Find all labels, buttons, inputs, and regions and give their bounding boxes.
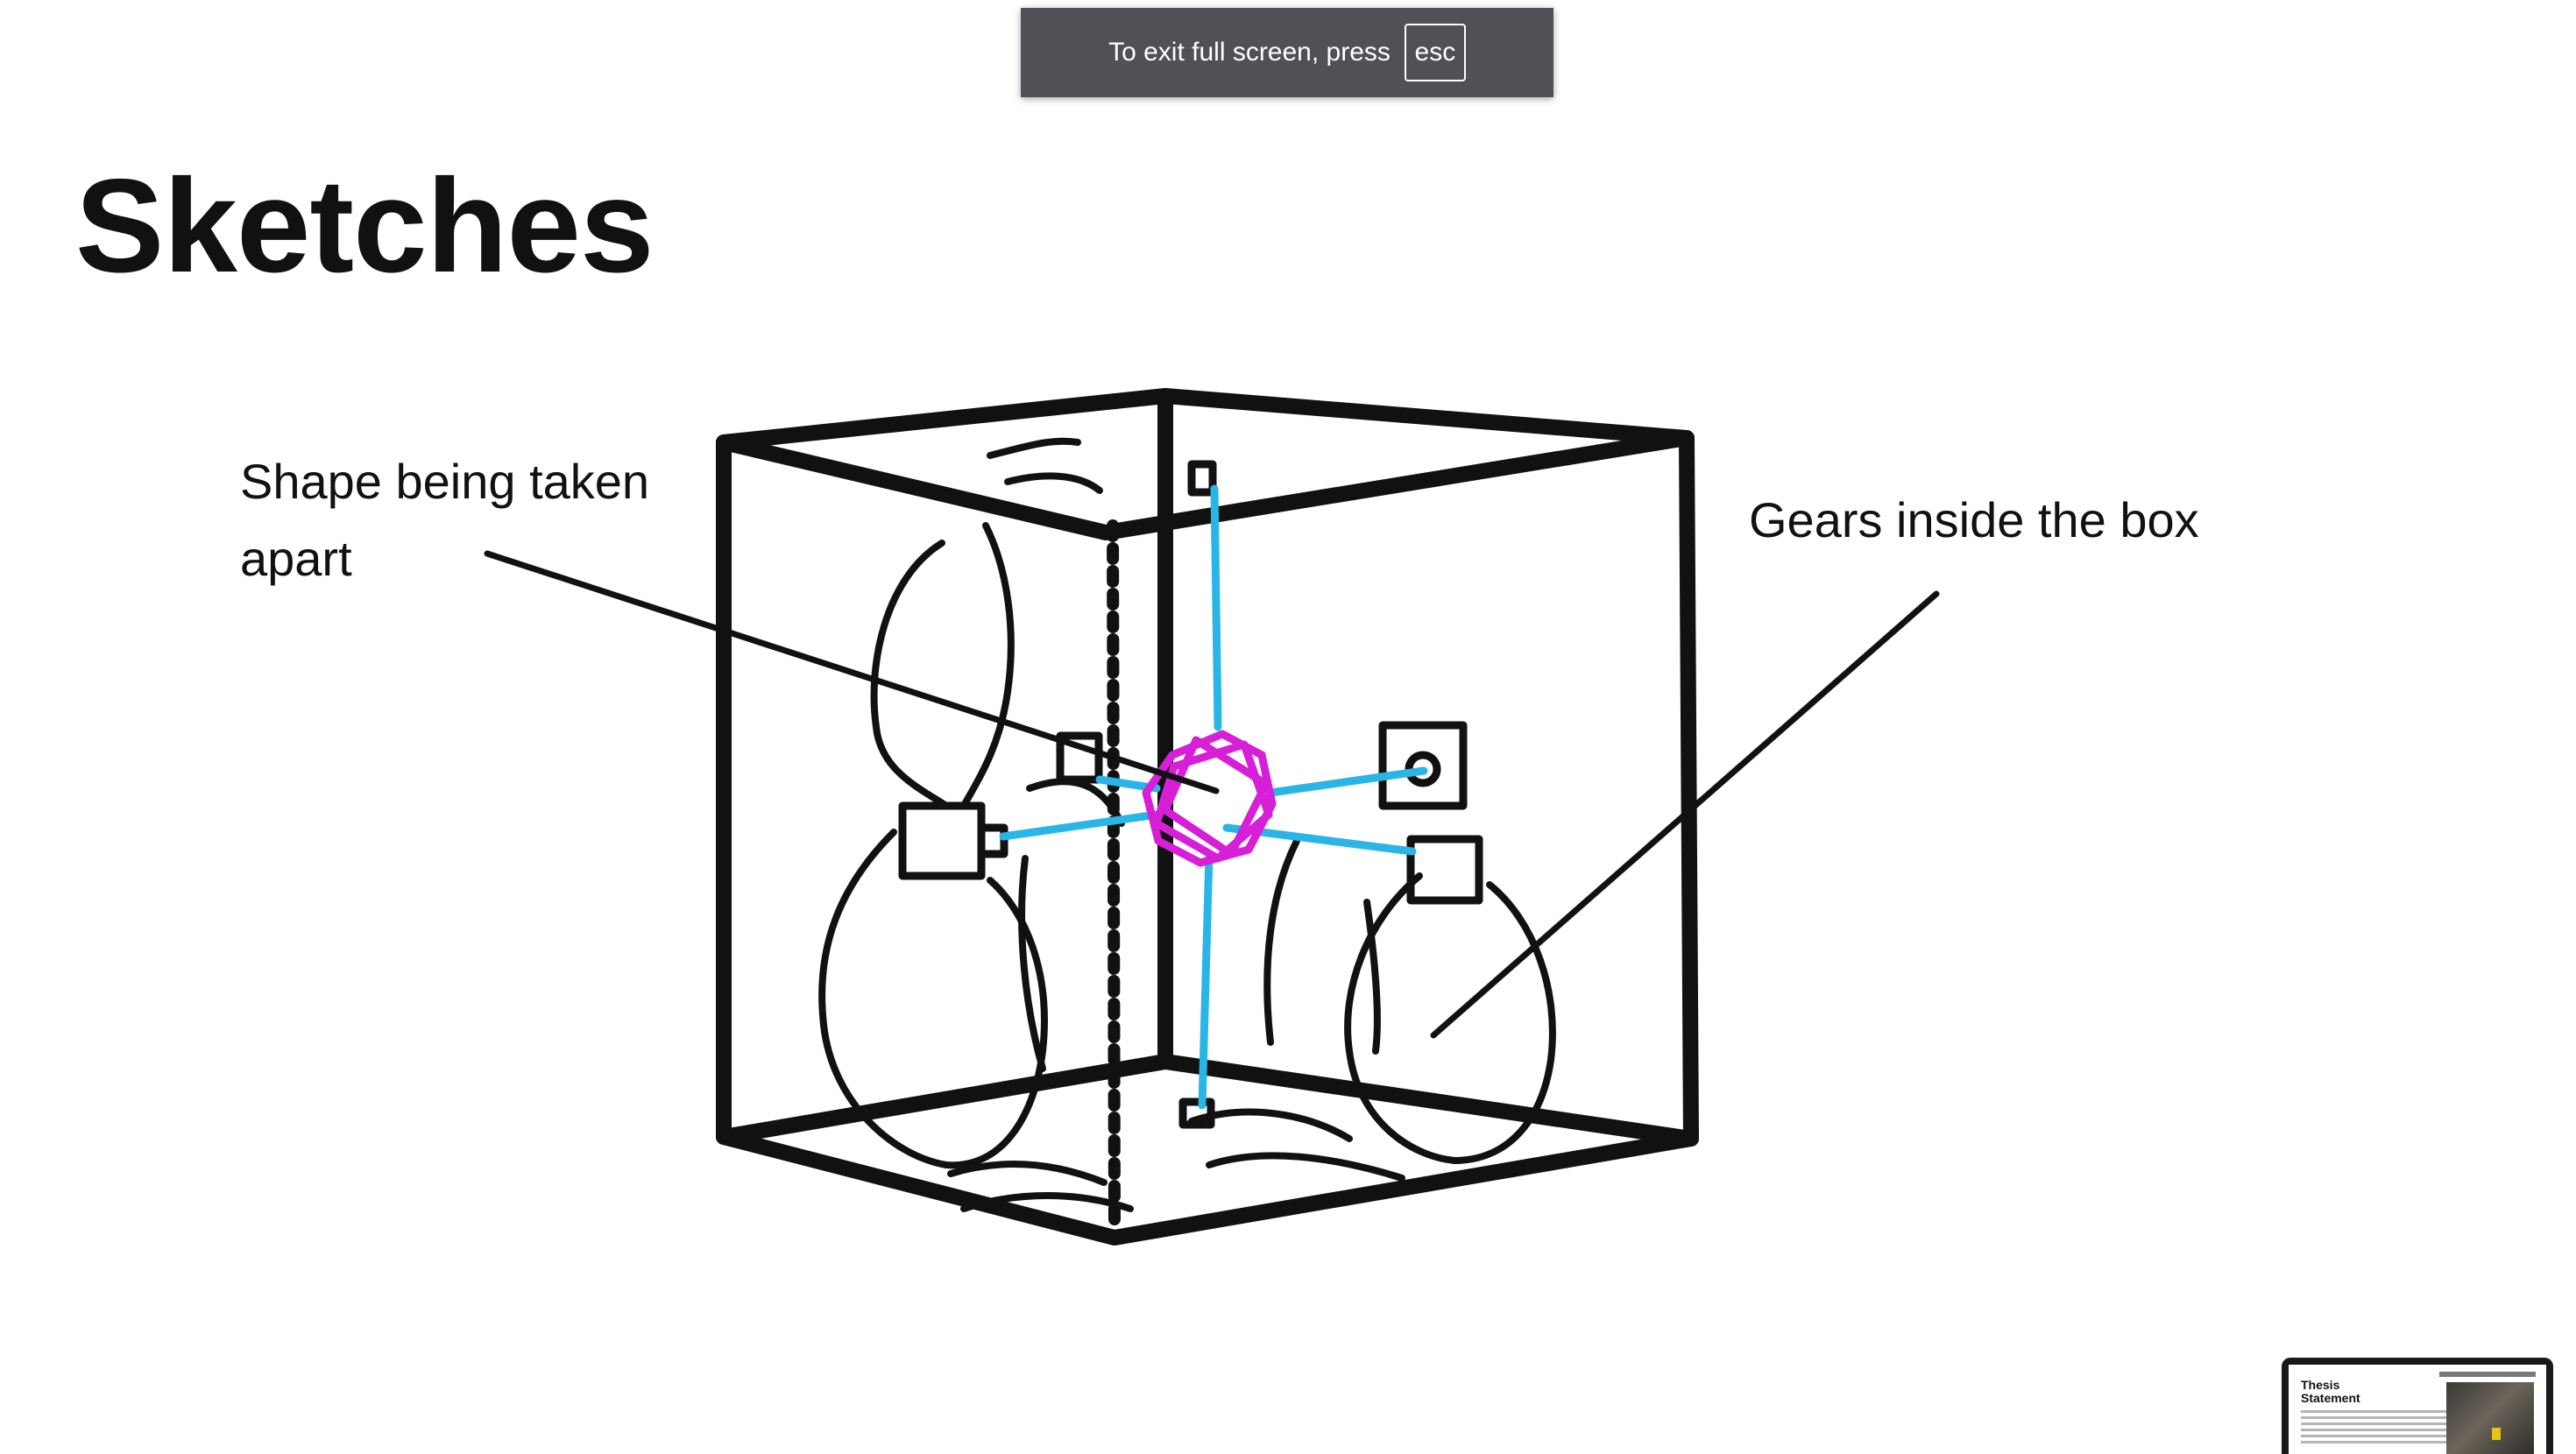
thumbnail-title-line1: Thesis [2301,1378,2340,1392]
thumbnail-toolbar-bar [2439,1372,2536,1377]
annotation-left-line1: Shape being taken [240,454,650,509]
annotation-shape-taken-apart: Shape being taken apart [240,443,696,597]
annotation-left-line2: apart [240,531,352,586]
thumbnail-photo [2446,1382,2534,1454]
thumbnail-body-text-lines [2301,1410,2450,1447]
slide: To exit full screen, press esc Sketches [0,0,2576,1454]
annotation-gears-inside-box: Gears inside the box [1749,492,2199,547]
next-slide-thumbnail[interactable]: Thesis Statement [2282,1358,2553,1454]
thumbnail-title: Thesis Statement [2301,1379,2424,1405]
right-gear-shapes [1188,837,1556,1182]
pointer-lines [484,550,1940,1039]
sketch-drawing [484,388,1940,1246]
thumbnail-title-line2: Statement [2301,1391,2360,1405]
thumbnail-preview: Thesis Statement [2289,1365,2546,1454]
blue-axis-lines [999,484,1428,1110]
dashed-corner-edge [1107,519,1121,1232]
connector-boxes [898,460,1483,1129]
